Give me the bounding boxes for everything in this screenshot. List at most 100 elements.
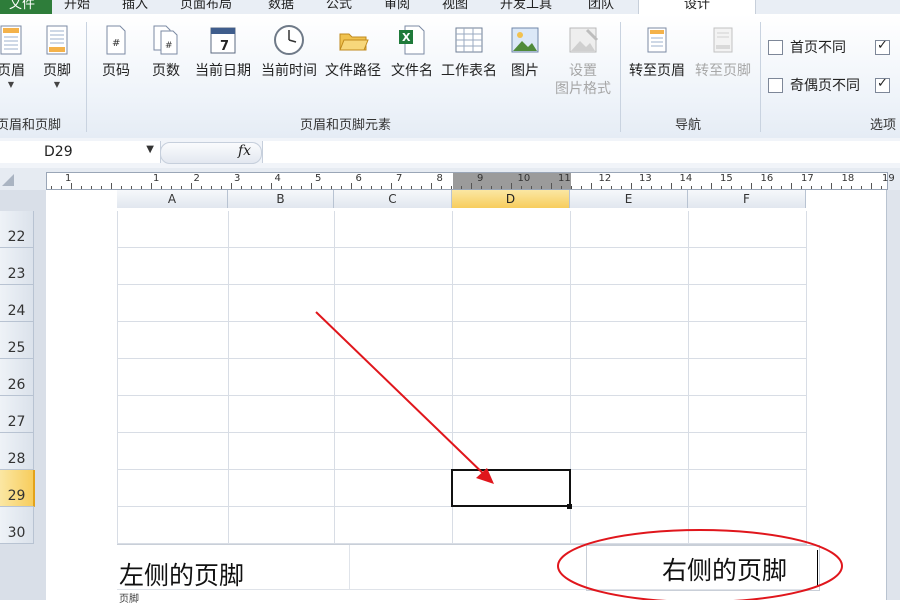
ruler-tick — [221, 186, 222, 189]
row-header-25[interactable]: 25 — [0, 322, 34, 359]
select-all-corner[interactable] — [0, 172, 16, 188]
current-date-button[interactable]: 7 当前日期 — [192, 24, 254, 80]
different-odd-even-checkbox[interactable] — [768, 78, 783, 93]
column-header-d[interactable]: D — [452, 190, 570, 210]
selected-cell-d29[interactable] — [451, 469, 571, 507]
ruler-tick — [241, 186, 242, 189]
ruler-tick — [551, 183, 552, 189]
tab-view[interactable]: 视图 — [442, 0, 468, 14]
group-label-options: 选项 — [870, 118, 897, 133]
tab-data[interactable]: 数据 — [268, 0, 294, 14]
tab-developer[interactable]: 开发工具 — [500, 0, 552, 14]
ruler-tick — [61, 186, 62, 189]
insert-function-icon[interactable]: fx — [238, 143, 251, 159]
goto-footer-button[interactable]: 转至页脚 — [692, 24, 754, 80]
ruler-tick — [411, 186, 412, 189]
ruler-tick — [581, 186, 582, 189]
ruler-tick — [51, 186, 52, 189]
ruler-tick — [321, 186, 322, 189]
svg-text:#: # — [112, 38, 120, 49]
page-number-icon: # — [106, 25, 126, 55]
column-header-b[interactable]: B — [228, 190, 334, 209]
row-header-24[interactable]: 24 — [0, 285, 34, 322]
fill-handle[interactable] — [567, 504, 572, 509]
file-name-button[interactable]: X 文件名 — [388, 24, 436, 80]
header-button[interactable]: 页眉 ▼ — [0, 24, 34, 89]
ruler-number: 12 — [598, 173, 612, 184]
ruler-tick — [661, 186, 662, 189]
page-count-button[interactable]: # 页数 — [146, 24, 186, 80]
column-header-c[interactable]: C — [334, 190, 452, 209]
ruler-tick — [861, 186, 862, 189]
group-separator — [760, 22, 761, 132]
right-footer-text[interactable]: 右侧的页脚 — [662, 551, 787, 587]
name-box[interactable]: D29 ▼ — [0, 141, 161, 163]
ruler-tick — [71, 183, 72, 189]
ruler-tick — [151, 183, 152, 189]
page-number-button[interactable]: # 页码 — [96, 24, 136, 80]
column-header-e[interactable]: E — [570, 190, 688, 209]
svg-text:X: X — [402, 31, 411, 44]
format-picture-button[interactable]: 设置 图片格式 — [550, 24, 616, 98]
group-label-elements: 页眉和页脚元素 — [300, 118, 392, 133]
ruler-tick — [841, 186, 842, 189]
picture-button[interactable]: 图片 — [506, 24, 544, 80]
ruler-number: 2 — [193, 173, 200, 184]
ruler-number: 15 — [720, 173, 733, 184]
column-header-a[interactable]: A — [117, 190, 228, 209]
file-path-button[interactable]: 文件路径 — [322, 24, 384, 80]
different-first-page-label: 首页不同 — [790, 40, 846, 56]
ruler-tick — [591, 183, 592, 189]
page-layout-sheet[interactable] — [46, 208, 886, 600]
tab-file[interactable]: 文件 — [0, 0, 52, 14]
horizontal-ruler[interactable]: 1 1 2 3 4 5 6 7 8 9 10 11 12 13 14 15 16 17 18 19 — [46, 172, 895, 190]
ruler-number: 9 — [477, 173, 484, 184]
ruler-number: 17 — [801, 173, 814, 184]
ruler-tick — [251, 186, 252, 189]
sheet-name-button[interactable]: 工作表名 — [438, 24, 500, 80]
ruler-tick — [161, 186, 162, 189]
ruler-tick — [101, 186, 102, 189]
row-header-26[interactable]: 26 — [0, 359, 34, 396]
ruler-tick — [291, 186, 292, 189]
footer-button[interactable]: 页脚 ▼ — [36, 24, 78, 89]
tab-page-layout[interactable]: 页面布局 — [180, 0, 232, 14]
ruler-tick — [621, 186, 622, 189]
tab-formulas[interactable]: 公式 — [326, 0, 352, 14]
row-header-29[interactable]: 29 — [0, 470, 35, 507]
ruler-tick — [211, 186, 212, 189]
align-with-margins-checkbox[interactable] — [875, 76, 890, 93]
ruler-tick — [461, 186, 462, 189]
ruler-tick — [761, 186, 762, 189]
ruler-number: 7 — [396, 173, 403, 184]
ruler-tick — [141, 186, 142, 189]
row-header-22[interactable]: 22 — [0, 211, 34, 248]
current-time-button[interactable]: 当前时间 — [258, 24, 320, 80]
tab-insert[interactable]: 插入 — [122, 0, 148, 14]
ruler-tick — [511, 183, 512, 189]
ruler-number: 4 — [274, 173, 281, 184]
formula-input[interactable] — [262, 141, 900, 163]
row-header-27[interactable]: 27 — [0, 396, 34, 433]
ruler-tick — [121, 186, 122, 189]
different-first-page-checkbox[interactable] — [768, 40, 783, 55]
ruler-tick — [831, 183, 832, 189]
left-footer-text[interactable]: 左侧的页脚 — [119, 556, 244, 592]
ruler-number: 13 — [639, 173, 652, 184]
column-header-f[interactable]: F — [688, 190, 806, 209]
ruler-tick — [741, 186, 742, 189]
ruler-tick — [851, 186, 852, 189]
ruler-tick — [531, 186, 532, 189]
row-header-30[interactable]: 30 — [0, 507, 34, 544]
ruler-tick — [731, 186, 732, 189]
goto-header-button[interactable]: 转至页眉 — [626, 24, 688, 80]
row-header-28[interactable]: 28 — [0, 433, 34, 470]
tab-home[interactable]: 开始 — [64, 0, 90, 14]
scale-with-document-checkbox[interactable] — [875, 38, 890, 55]
ruler-number: 8 — [436, 173, 443, 184]
tab-team[interactable]: 团队 — [588, 0, 614, 14]
chevron-down-icon[interactable]: ▼ — [146, 144, 154, 155]
row-header-23[interactable]: 23 — [0, 248, 34, 285]
tab-review[interactable]: 审阅 — [384, 0, 410, 14]
ruler-tick — [541, 186, 542, 189]
